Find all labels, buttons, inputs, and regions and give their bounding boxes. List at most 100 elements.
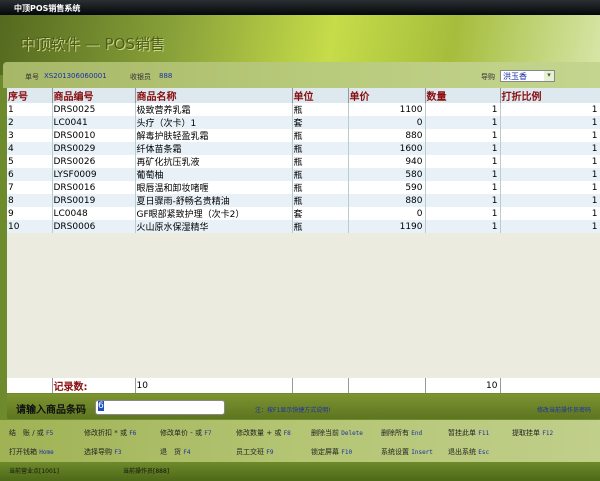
shortcut-item[interactable]: 选择导购 F3	[84, 447, 121, 457]
shortcut-label: 删除当前	[311, 429, 339, 437]
table-row[interactable]: 10 DRS0006 火山原水保湿精华瓶 1190 1 1	[7, 220, 600, 233]
shortcut-item[interactable]: 暂挂此单 F11	[448, 428, 489, 438]
shortcut-item[interactable]: 删除所有 End	[381, 428, 422, 438]
shortcut-item[interactable]: 修改数量 + 或 F8	[236, 428, 291, 438]
table-row[interactable]: 5 DRS0026 再矿化抗压乳液瓶 940 1 1	[7, 155, 600, 168]
shortcut-item[interactable]: 结 账 / 或 F5	[9, 428, 53, 438]
col-header[interactable]: 商品编号	[52, 88, 136, 103]
status-bar	[0, 462, 600, 481]
table-cell: 纤体苗条霜	[135, 142, 293, 155]
shortcut-label: 提取挂单	[512, 429, 540, 437]
shortcut-label: 打开钱箱	[9, 448, 37, 456]
table-cell: 火山原水保湿精华	[135, 220, 293, 233]
shortcut-label: 锁定屏幕	[311, 448, 339, 456]
col-header[interactable]: 数量	[425, 88, 501, 103]
change-password-link[interactable]: 修改当前操作员密码	[537, 405, 591, 414]
table-cell: 套	[292, 116, 349, 129]
table-cell: 1	[425, 103, 501, 116]
barcode-input[interactable]: 6	[95, 400, 225, 415]
col-header[interactable]: 单价	[348, 88, 426, 103]
table-row[interactable]: 3 DRS0010 解毒护肤轻盈乳霜瓶 880 1 1	[7, 129, 600, 142]
table-row[interactable]: 9 LC0048 GF眼部紧致护理（次卡2）套 0 1 1	[7, 207, 600, 220]
table-cell: 580	[348, 168, 426, 181]
table-cell: 880	[348, 194, 426, 207]
shortcut-item[interactable]: 员工交班 F9	[236, 447, 273, 457]
window-title: 中顶POS销售系统	[0, 0, 600, 15]
table-cell: 0	[348, 116, 426, 129]
table-cell: 9	[7, 207, 53, 220]
table-cell: 夏日骤雨-舒畅名贵精油	[135, 194, 293, 207]
col-header[interactable]: 打折比例	[500, 88, 600, 103]
table-cell: 瓶	[292, 103, 349, 116]
table-cell: 葡萄柚	[135, 168, 293, 181]
footer-row: 记录数: 10 10	[7, 378, 600, 393]
shortcut-item[interactable]: 锁定屏幕 F10	[311, 447, 352, 457]
order-number: XS201306060001	[44, 72, 107, 80]
shortcut-key: F12	[542, 430, 554, 437]
table-cell: DRS0010	[52, 129, 136, 142]
shortcut-item[interactable]: 退 货 F4	[160, 447, 190, 457]
table-cell: 1	[425, 129, 501, 142]
col-header[interactable]: 单位	[292, 88, 349, 103]
table-cell: 940	[348, 155, 426, 168]
table-header: 序号 商品编号 商品名称 单位 单价 数量 打折比例	[7, 88, 600, 103]
shortcut-item[interactable]: 退出系统 Esc	[448, 447, 489, 457]
shortcut-item[interactable]: 提取挂单 F12	[512, 428, 553, 438]
shortcut-panel: 结 账 / 或 F5 修改折扣 * 或 F6 修改单价 - 或 F7 修改数量 + 或…	[0, 420, 600, 462]
table-cell: 极致营养乳霜	[135, 103, 293, 116]
table-row[interactable]: 6 LYSF0009 葡萄柚瓶 580 1 1	[7, 168, 600, 181]
shortcut-label: 退 货	[160, 448, 181, 456]
table-row[interactable]: 7 DRS0016 眼唇温和卸妆啫喱瓶 590 1 1	[7, 181, 600, 194]
table-cell: 5	[7, 155, 53, 168]
table-row[interactable]: 2 LC0041 头疗（次卡）1 套 0 1 1	[7, 116, 600, 129]
shortcut-key: F6	[129, 430, 137, 437]
table-row[interactable]: 8 DRS0019 夏日骤雨-舒畅名贵精油瓶 880 1 1	[7, 194, 600, 207]
shortcut-label: 修改单价 - 或	[160, 429, 202, 437]
table-cell: 1	[425, 181, 501, 194]
cashier-label: 收银员	[130, 73, 151, 81]
table-cell: 1	[500, 220, 600, 233]
table-cell: 瓶	[292, 168, 349, 181]
shortcut-item[interactable]: 打开钱箱 Home	[9, 447, 54, 457]
table-row[interactable]: 4 DRS0029 纤体苗条霜瓶 1600 1 1	[7, 142, 600, 155]
col-header[interactable]: 商品名称	[135, 88, 293, 103]
shortcut-item[interactable]: 删除当前 Delete	[311, 428, 363, 438]
table-cell: 瓶	[292, 129, 349, 142]
table-cell: 1	[500, 142, 600, 155]
shortcut-key: F4	[183, 449, 191, 456]
shortcut-key: F9	[266, 449, 274, 456]
table-cell: 1	[425, 207, 501, 220]
table-cell: 1	[425, 220, 501, 233]
shortcut-item[interactable]: 修改单价 - 或 F7	[160, 428, 211, 438]
table-cell: 瓶	[292, 220, 349, 233]
table-cell: DRS0019	[52, 194, 136, 207]
table-cell: 4	[7, 142, 53, 155]
shortcut-label: 暂挂此单	[448, 429, 476, 437]
app-title: 中顶软件 — POS销售	[20, 35, 165, 53]
table-cell: 1	[500, 129, 600, 142]
table-cell: 1	[425, 168, 501, 181]
record-count: 10	[135, 378, 293, 393]
shortcut-item[interactable]: 系统设置 Insert	[381, 447, 433, 457]
chevron-down-icon[interactable]: ▾	[544, 71, 554, 81]
shortcut-key: F8	[283, 430, 291, 437]
shortcut-label: 选择导购	[84, 448, 112, 456]
table-cell: 1	[425, 142, 501, 155]
table-cell: 6	[7, 168, 53, 181]
barcode-value: 6	[98, 401, 104, 411]
shortcut-key: F3	[114, 449, 122, 456]
table-row[interactable]: 1 DRS0025 极致营养乳霜瓶 1100 1 1	[7, 103, 600, 116]
table-cell: DRS0016	[52, 181, 136, 194]
shortcut-key: Delete	[341, 430, 363, 437]
shortcut-item[interactable]: 修改折扣 * 或 F6	[84, 428, 136, 438]
shortcut-label: 系统设置	[381, 448, 409, 456]
table-cell: 7	[7, 181, 53, 194]
table-cell: 10	[7, 220, 53, 233]
table-cell: 眼唇温和卸妆啫喱	[135, 181, 293, 194]
col-header[interactable]: 序号	[7, 88, 53, 103]
guide-select[interactable]: 洪玉香 ▾	[500, 70, 555, 82]
table-cell: 1600	[348, 142, 426, 155]
status-store: 当前营业点[1001]	[9, 468, 59, 475]
table-cell: 套	[292, 207, 349, 220]
table-cell: 头疗（次卡）1	[135, 116, 293, 129]
